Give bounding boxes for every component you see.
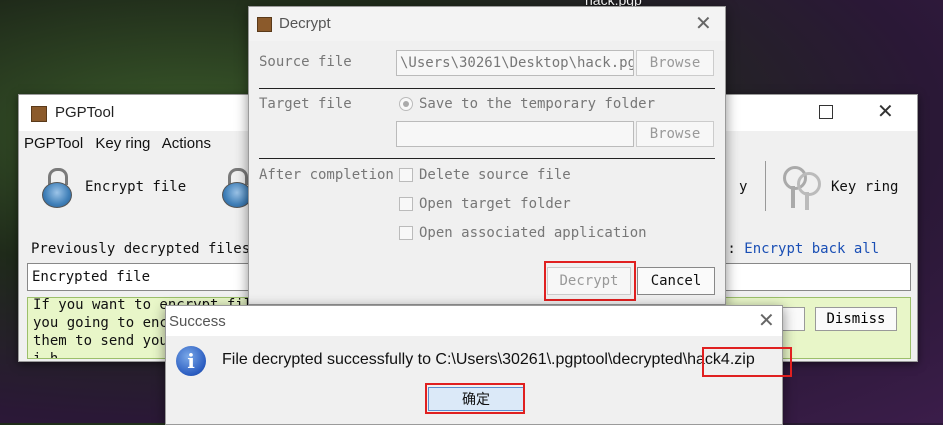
save-temp-radio[interactable]: Save to the temporary folder	[399, 96, 655, 112]
toolbar-partial-item[interactable]: y	[725, 165, 747, 209]
decrypt-titlebar: Decrypt ✕	[249, 7, 725, 41]
target-file-label: Target file	[259, 96, 352, 112]
dismiss-button[interactable]: Dismiss	[815, 307, 897, 331]
keys-icon	[781, 164, 821, 210]
menu-actions[interactable]: Actions	[162, 135, 211, 152]
close-icon[interactable]: ✕	[877, 99, 894, 124]
checkbox-icon	[399, 197, 413, 211]
encrypted-file-combo-value: Encrypted file	[32, 269, 151, 285]
pgptool-app-icon	[257, 17, 272, 32]
decrypt-dialog: Decrypt ✕ Source file \Users\30261\Deskt…	[248, 6, 726, 305]
source-file-label: Source file	[259, 54, 352, 70]
pgptool-app-icon	[31, 106, 47, 122]
target-file-field[interactable]	[396, 121, 634, 147]
encrypt-back-all-link[interactable]: Encrypt back all	[744, 241, 879, 257]
separator	[259, 158, 715, 159]
toolbar-partial-label: y	[739, 179, 748, 195]
decrypt-dialog-title: Decrypt	[279, 15, 331, 32]
success-dialog: Success ✕ i File decrypted successfully …	[165, 305, 792, 425]
key-ring-button[interactable]: Key ring	[781, 164, 899, 210]
lock-icon	[221, 168, 252, 208]
delete-source-checkbox[interactable]: Delete source file	[399, 167, 571, 183]
source-browse-button[interactable]: Browse	[636, 50, 714, 76]
lock-icon	[41, 168, 72, 208]
success-message: File decrypted successfully to C:\Users\…	[222, 351, 755, 369]
delete-source-label: Delete source file	[419, 167, 571, 183]
checkbox-icon	[399, 226, 413, 240]
encrypt-back-all-row: ): Encrypt back all	[719, 241, 879, 257]
maximize-icon[interactable]	[819, 105, 833, 119]
success-dialog-title: Success	[169, 313, 226, 330]
menu-pgptool[interactable]: PGPTool	[24, 135, 83, 152]
open-target-folder-label: Open target folder	[419, 196, 571, 212]
close-icon[interactable]: ✕	[758, 308, 775, 333]
decrypt-file-button[interactable]	[221, 165, 252, 209]
success-titlebar: Success ✕	[166, 306, 782, 336]
open-associated-app-label: Open associated application	[419, 225, 647, 241]
highlight-box	[425, 383, 525, 414]
pgptool-window-title: PGPTool	[55, 104, 115, 121]
toolbar-separator	[765, 161, 766, 211]
checkbox-icon	[399, 168, 413, 182]
radio-icon	[399, 97, 413, 111]
source-file-field[interactable]: \Users\30261\Desktop\hack.pgp	[396, 50, 634, 76]
open-target-folder-checkbox[interactable]: Open target folder	[399, 196, 571, 212]
encrypt-file-label: Encrypt file	[85, 179, 187, 195]
info-icon: i	[176, 346, 206, 376]
open-associated-app-checkbox[interactable]: Open associated application	[399, 225, 647, 241]
success-message-prefix: File decrypted successfully to C:\Users\…	[222, 351, 683, 368]
source-file-value: \Users\30261\Desktop\hack.pgp	[400, 55, 634, 71]
save-temp-label: Save to the temporary folder	[419, 96, 656, 112]
target-browse-button[interactable]: Browse	[636, 121, 714, 147]
encrypt-file-button[interactable]: Encrypt file	[41, 165, 186, 209]
separator	[259, 88, 715, 89]
highlight-box	[702, 347, 792, 377]
key-ring-label: Key ring	[831, 179, 899, 195]
after-completion-label: After completion	[259, 167, 394, 183]
cancel-button[interactable]: Cancel	[637, 267, 715, 295]
menu-key-ring[interactable]: Key ring	[95, 135, 150, 152]
menu-bar: PGPTool Key ring Actions	[24, 135, 219, 152]
close-icon[interactable]: ✕	[695, 11, 712, 36]
highlight-box	[544, 261, 636, 301]
previously-decrypted-label: Previously decrypted files	[31, 241, 251, 257]
